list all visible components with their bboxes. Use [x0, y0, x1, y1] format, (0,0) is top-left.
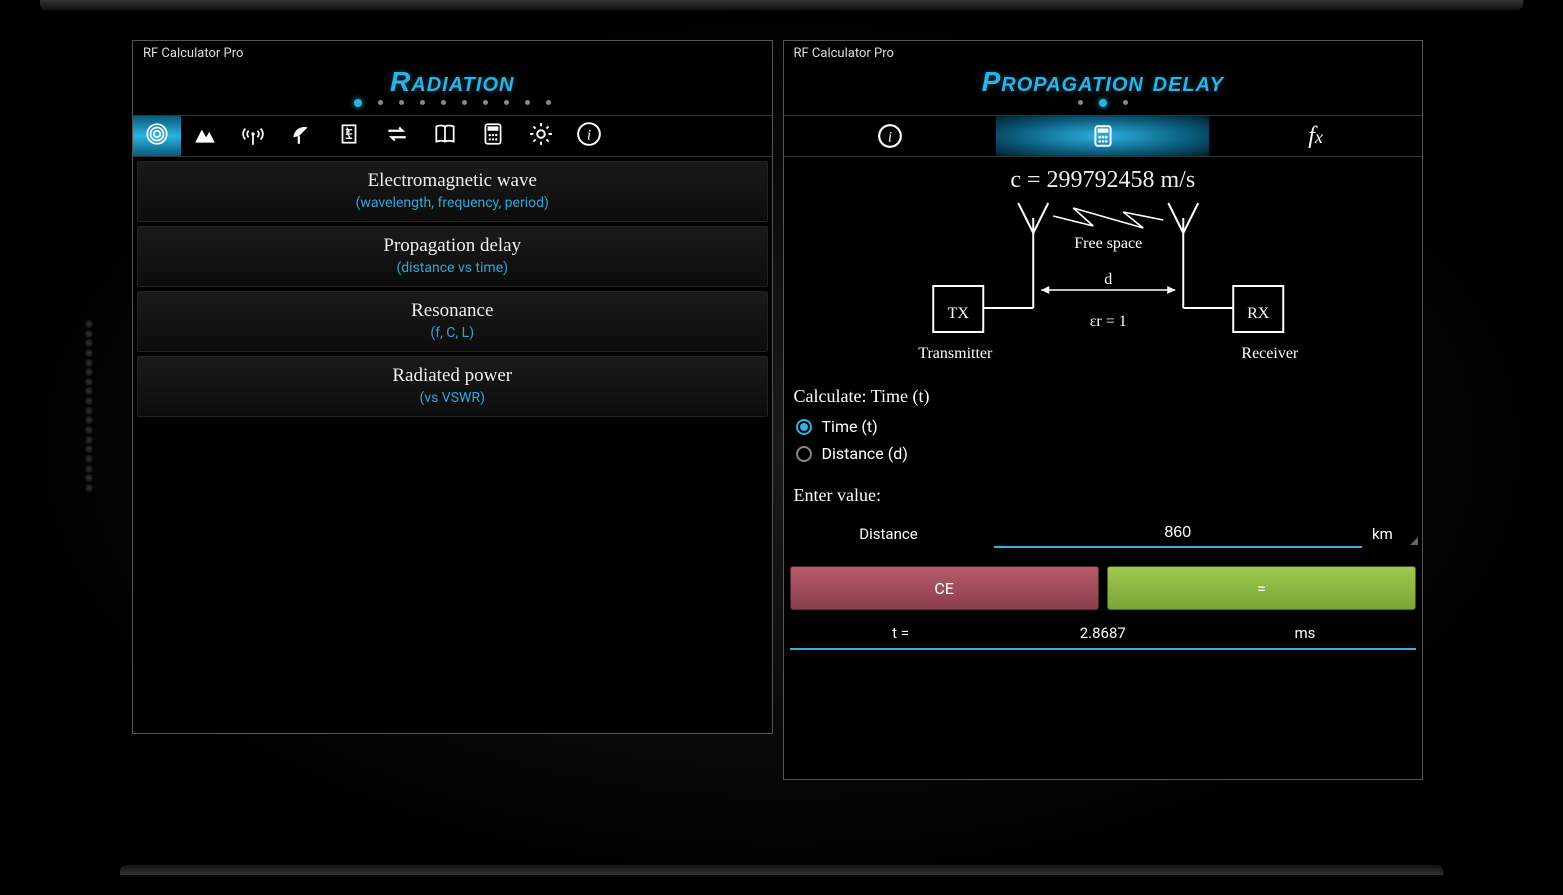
equals-button[interactable]: =: [1107, 566, 1416, 610]
receiver-label: Receiver: [1241, 345, 1299, 362]
result-unit: ms: [1204, 624, 1406, 642]
panels-container: RF Calculator Pro Radiation i Electromag…: [132, 40, 1423, 835]
section-title-propagation: Propagation delay: [784, 66, 1423, 98]
tabbar-right: i fx: [784, 115, 1423, 157]
dot-indicator: [354, 99, 362, 107]
list-item-subtitle: (distance vs time): [138, 260, 767, 276]
tab-formula[interactable]: fx: [1209, 116, 1422, 156]
settings-icon: [528, 121, 554, 151]
list-item-title: Radiated power: [138, 365, 767, 387]
device-top-edge: [40, 0, 1523, 10]
tab-book[interactable]: [421, 116, 469, 156]
tab-calculator[interactable]: [996, 116, 1209, 156]
info-icon: i: [576, 121, 602, 151]
list-item-subtitle: (vs VSWR): [138, 390, 767, 406]
list-item-title: Electromagnetic wave: [138, 170, 767, 192]
tab-antenna[interactable]: [229, 116, 277, 156]
tab-radiation[interactable]: [133, 116, 181, 156]
dot-indicator: [525, 100, 530, 105]
calculator-icon: [1090, 123, 1116, 149]
dot-indicator: [1078, 100, 1083, 105]
antenna-icon: [240, 121, 266, 151]
list-item[interactable]: Propagation delay (distance vs time): [137, 226, 768, 287]
calculator-icon: [480, 121, 506, 151]
power-icon: [336, 121, 362, 151]
rx-label: RX: [1247, 305, 1270, 322]
radiation-icon: [144, 121, 170, 151]
app-title-left: RF Calculator Pro: [133, 41, 772, 66]
dot-indicator: [378, 100, 383, 105]
svg-text:i: i: [888, 128, 892, 145]
page-indicator-right: [784, 98, 1423, 115]
tab-settings[interactable]: [517, 116, 565, 156]
dot-indicator: [1099, 99, 1107, 107]
distance-unit-selector[interactable]: km: [1372, 525, 1412, 543]
tab-calculator[interactable]: [469, 116, 517, 156]
list-item[interactable]: Radiated power (vs VSWR): [137, 356, 768, 417]
radio-distance[interactable]: Distance (d): [784, 440, 1423, 467]
list-item-title: Resonance: [138, 300, 767, 322]
app-title-right: RF Calculator Pro: [784, 41, 1423, 66]
d-label: d: [1104, 271, 1112, 288]
button-row: CE =: [784, 552, 1423, 618]
result-row: t = 2.8687 ms: [790, 618, 1417, 650]
page-indicator-left: [133, 98, 772, 115]
radio-time[interactable]: Time (t): [784, 413, 1423, 440]
radio-time-label: Time (t): [822, 417, 878, 436]
dot-indicator: [462, 100, 467, 105]
dot-indicator: [441, 100, 446, 105]
list-item[interactable]: Electromagnetic wave (wavelength, frequen…: [137, 161, 768, 222]
tab-terrain[interactable]: [181, 116, 229, 156]
calculate-label: Calculate: Time (t): [784, 378, 1423, 413]
transmitter-label: Transmitter: [918, 345, 993, 362]
radiation-list: Electromagnetic wave (wavelength, frequen…: [133, 157, 772, 421]
convert-icon: [384, 121, 410, 151]
dot-indicator: [399, 100, 404, 105]
list-item[interactable]: Resonance (f, C, L): [137, 291, 768, 352]
distance-input-label: Distance: [794, 525, 984, 543]
clear-button[interactable]: CE: [790, 566, 1099, 610]
enter-value-label: Enter value:: [784, 467, 1423, 514]
list-item-title: Propagation delay: [138, 235, 767, 257]
tab-convert[interactable]: [373, 116, 421, 156]
speaker-grill: [82, 320, 96, 492]
dot-indicator: [1123, 100, 1128, 105]
list-item-subtitle: (wavelength, frequency, period): [138, 195, 767, 211]
radio-distance-label: Distance (d): [822, 444, 908, 463]
device-frame: RF Calculator Pro Radiation i Electromag…: [0, 0, 1563, 895]
speed-of-light-constant: c = 299792458 m/s: [784, 157, 1423, 198]
device-bottom-edge: [120, 865, 1443, 875]
free-space-label: Free space: [1074, 235, 1142, 252]
result-value: 2.8687: [1002, 624, 1204, 642]
propagation-diagram: Free space d εr = 1 TX Transmitter RX: [784, 198, 1423, 378]
tabbar-left: i: [133, 115, 772, 157]
panel-propagation-delay: RF Calculator Pro Propagation delay i fx…: [783, 40, 1424, 780]
dish-icon: [288, 121, 314, 151]
dot-indicator: [546, 100, 551, 105]
terrain-icon: [192, 121, 218, 151]
dot-indicator: [420, 100, 425, 105]
panel-radiation: RF Calculator Pro Radiation i Electromag…: [132, 40, 773, 734]
radio-dot-icon: [796, 446, 812, 462]
distance-input-row: Distance km: [784, 514, 1423, 552]
book-icon: [432, 121, 458, 151]
list-item-subtitle: (f, C, L): [138, 325, 767, 341]
distance-input[interactable]: [994, 520, 1363, 548]
tx-label: TX: [947, 305, 969, 322]
er-label: εr = 1: [1089, 313, 1126, 330]
dot-indicator: [483, 100, 488, 105]
dot-indicator: [504, 100, 509, 105]
tab-power[interactable]: [325, 116, 373, 156]
radio-dot-icon: [796, 419, 812, 435]
info-icon: i: [877, 123, 903, 149]
tab-info[interactable]: i: [784, 116, 997, 156]
tab-info[interactable]: i: [565, 116, 613, 156]
section-title-radiation: Radiation: [133, 66, 772, 98]
tab-dish[interactable]: [277, 116, 325, 156]
result-label: t =: [800, 624, 1002, 642]
svg-text:i: i: [587, 126, 591, 143]
fx-icon: fx: [1308, 123, 1323, 150]
